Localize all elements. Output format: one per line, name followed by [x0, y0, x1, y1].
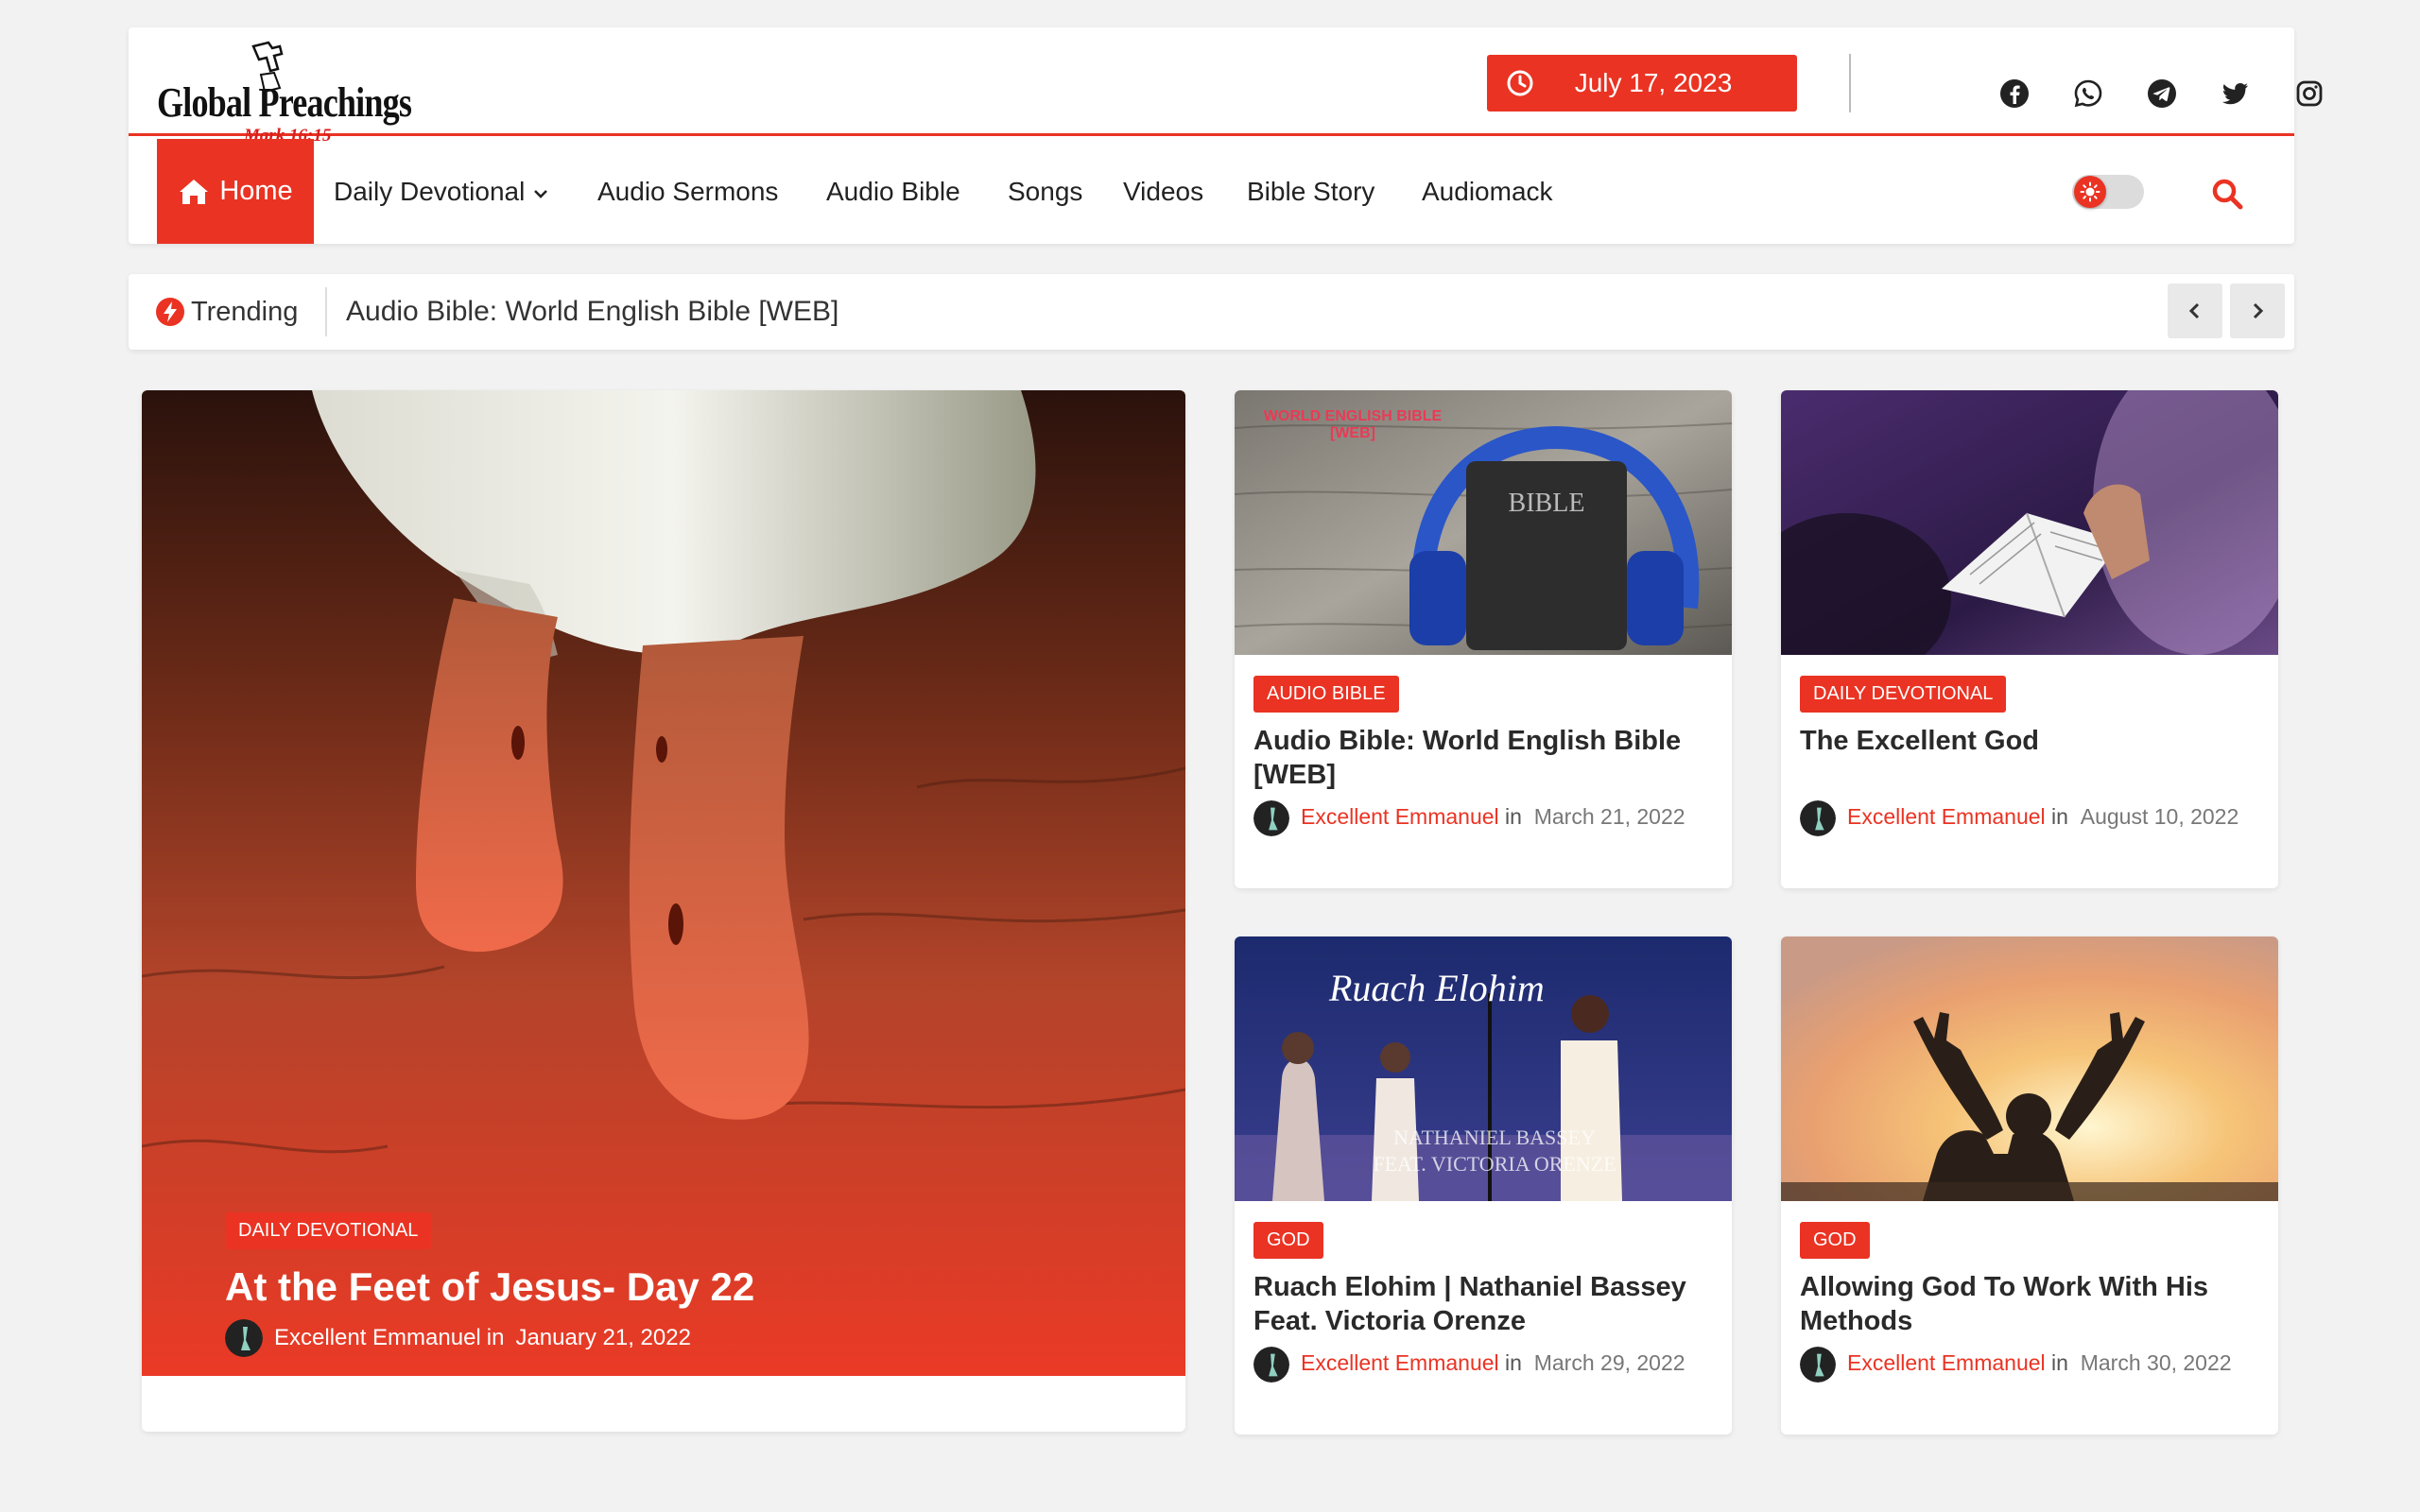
author-name[interactable]: Excellent Emmanuel [1301, 1350, 1499, 1375]
post-meta: Excellent Emmanuel in January 21, 2022 [225, 1319, 1076, 1357]
chevron-down-icon [534, 189, 548, 198]
date-text: July 17, 2023 [1574, 68, 1733, 97]
post-image[interactable]: Ruach Elohim NATHANIEL BASSEY FEAT. VICT… [1235, 936, 1732, 1201]
author-avatar [225, 1319, 263, 1357]
nav-item-label: Home [219, 176, 293, 206]
author-name[interactable]: Excellent Emmanuel [274, 1325, 481, 1351]
current-date: July 17, 2023 [1487, 55, 1797, 112]
category-badge[interactable]: DAILY DEVOTIONAL [225, 1212, 432, 1249]
facebook-icon[interactable] [1999, 78, 2030, 109]
post-card[interactable]: Ruach Elohim NATHANIEL BASSEY FEAT. VICT… [1235, 936, 1732, 1435]
author-avatar [1800, 799, 1836, 836]
nav-item-home[interactable]: Home [157, 139, 314, 244]
nav-item-audio-sermons[interactable]: Audio Sermons [597, 139, 778, 244]
trending-prev-button[interactable] [2168, 284, 2222, 338]
lightning-icon [156, 298, 184, 326]
nav-item-videos[interactable]: Videos [1123, 139, 1203, 244]
instagram-icon[interactable] [2294, 78, 2325, 109]
nav-item-audiomack[interactable]: Audiomack [1422, 139, 1553, 244]
header-top-bar: Global Preachings Mark 16:15 July 17, 20… [129, 27, 2323, 146]
post-meta: Excellent Emmanuel in August 10, 2022 [1800, 798, 2263, 836]
nav-item-label: Daily Devotional [334, 177, 526, 206]
chevron-left-icon [2188, 302, 2200, 319]
post-title[interactable]: Allowing God To Work With His Methods [1800, 1270, 2263, 1338]
nav-item-audio-bible[interactable]: Audio Bible [826, 139, 960, 244]
author-name[interactable]: Excellent Emmanuel [1301, 804, 1499, 829]
trending-divider [325, 287, 327, 336]
author-avatar [1800, 1346, 1836, 1383]
post-card[interactable]: DAILY DEVOTIONAL The Excellent God Excel… [1781, 390, 2278, 888]
post-title[interactable]: Audio Bible: World English Bible [WEB] [1253, 724, 1717, 792]
post-date: January 21, 2022 [515, 1325, 691, 1350]
site-logo[interactable]: Global Preachings Mark 16:15 [157, 41, 431, 146]
trending-next-button[interactable] [2230, 284, 2285, 338]
nav-item-bible-story[interactable]: Bible Story [1247, 139, 1374, 244]
author-name[interactable]: Excellent Emmanuel [1847, 1350, 2046, 1375]
meta-in: in [1505, 804, 1522, 829]
post-card[interactable]: GOD Allowing God To Work With His Method… [1781, 936, 2278, 1435]
meta-in: in [486, 1325, 505, 1350]
post-meta: Excellent Emmanuel in March 30, 2022 [1800, 1344, 2263, 1383]
image-text-artist: NATHANIEL BASSEY [1393, 1125, 1596, 1149]
post-date: August 10, 2022 [2080, 804, 2239, 829]
nav-item-songs[interactable]: Songs [1008, 139, 1082, 244]
home-icon [180, 179, 209, 204]
post-image[interactable]: BIBLE WORLD ENGLISH BIBLE [WEB] [1235, 390, 1732, 655]
image-text-bible: BIBLE [1509, 489, 1585, 518]
meta-in: in [1505, 1350, 1522, 1375]
image-text-feat: FEAT. VICTORIA ORENZE [1373, 1152, 1616, 1176]
twitter-icon[interactable] [2221, 78, 2251, 109]
category-badge[interactable]: DAILY DEVOTIONAL [1800, 676, 2007, 713]
image-text-title: Ruach Elohim [1328, 967, 1545, 1009]
post-title[interactable]: The Excellent God [1800, 724, 2263, 758]
dark-mode-toggle[interactable] [2072, 175, 2144, 209]
featured-post[interactable]: DAILY DEVOTIONAL At the Feet of Jesus- D… [142, 390, 1185, 1432]
post-meta: Excellent Emmanuel in March 29, 2022 [1253, 1344, 1717, 1383]
meta-in: in [2051, 804, 2068, 829]
featured-overlay: DAILY DEVOTIONAL At the Feet of Jesus- D… [225, 1212, 1076, 1357]
category-badge[interactable]: GOD [1800, 1222, 1870, 1259]
post-card-body: AUDIO BIBLE Audio Bible: World English B… [1253, 676, 1717, 836]
post-date: March 30, 2022 [2080, 1350, 2232, 1375]
telegram-icon[interactable] [2147, 78, 2177, 109]
sun-icon [2074, 176, 2106, 208]
chevron-right-icon [2253, 302, 2264, 319]
header-divider [1849, 54, 1851, 112]
post-date: March 29, 2022 [1533, 1350, 1685, 1375]
post-date: March 21, 2022 [1533, 804, 1685, 829]
image-text-subtitle: [WEB] [1330, 425, 1375, 441]
author-name[interactable]: Excellent Emmanuel [1847, 804, 2046, 829]
main-navigation: Home Daily Devotional Audio Sermons Audi… [129, 139, 2294, 244]
post-title[interactable]: Ruach Elohim | Nathaniel Bassey Feat. Vi… [1253, 1270, 1717, 1338]
whatsapp-icon[interactable] [2073, 78, 2103, 109]
post-card-body: DAILY DEVOTIONAL The Excellent God Excel… [1800, 676, 2263, 836]
logo-text: Global Preachings [157, 79, 412, 126]
category-badge[interactable]: AUDIO BIBLE [1253, 676, 1399, 713]
post-meta: Excellent Emmanuel in March 21, 2022 [1253, 798, 1717, 836]
trending-label: Trending [155, 274, 298, 350]
image-text-title: WORLD ENGLISH BIBLE [1264, 408, 1443, 424]
trending-headline[interactable]: Audio Bible: World English Bible [WEB] [346, 274, 838, 350]
featured-title[interactable]: At the Feet of Jesus- Day 22 [225, 1264, 1076, 1310]
trending-ticker: Trending Audio Bible: World English Bibl… [129, 274, 2294, 350]
post-card[interactable]: BIBLE WORLD ENGLISH BIBLE [WEB] AUDIO BI… [1235, 390, 1732, 888]
post-image[interactable] [1781, 390, 2278, 655]
category-badge[interactable]: GOD [1253, 1222, 1323, 1259]
post-card-body: GOD Allowing God To Work With His Method… [1800, 1222, 2263, 1383]
author-avatar [1253, 1346, 1289, 1383]
site-header: Global Preachings Mark 16:15 July 17, 20… [129, 27, 2323, 244]
search-icon[interactable] [2211, 178, 2243, 210]
meta-in: in [2051, 1350, 2068, 1375]
trending-label-text: Trending [191, 296, 299, 327]
post-card-body: GOD Ruach Elohim | Nathaniel Bassey Feat… [1253, 1222, 1717, 1383]
nav-item-daily-devotional[interactable]: Daily Devotional [334, 139, 549, 244]
author-avatar [1253, 799, 1289, 836]
post-image[interactable] [1781, 936, 2278, 1201]
